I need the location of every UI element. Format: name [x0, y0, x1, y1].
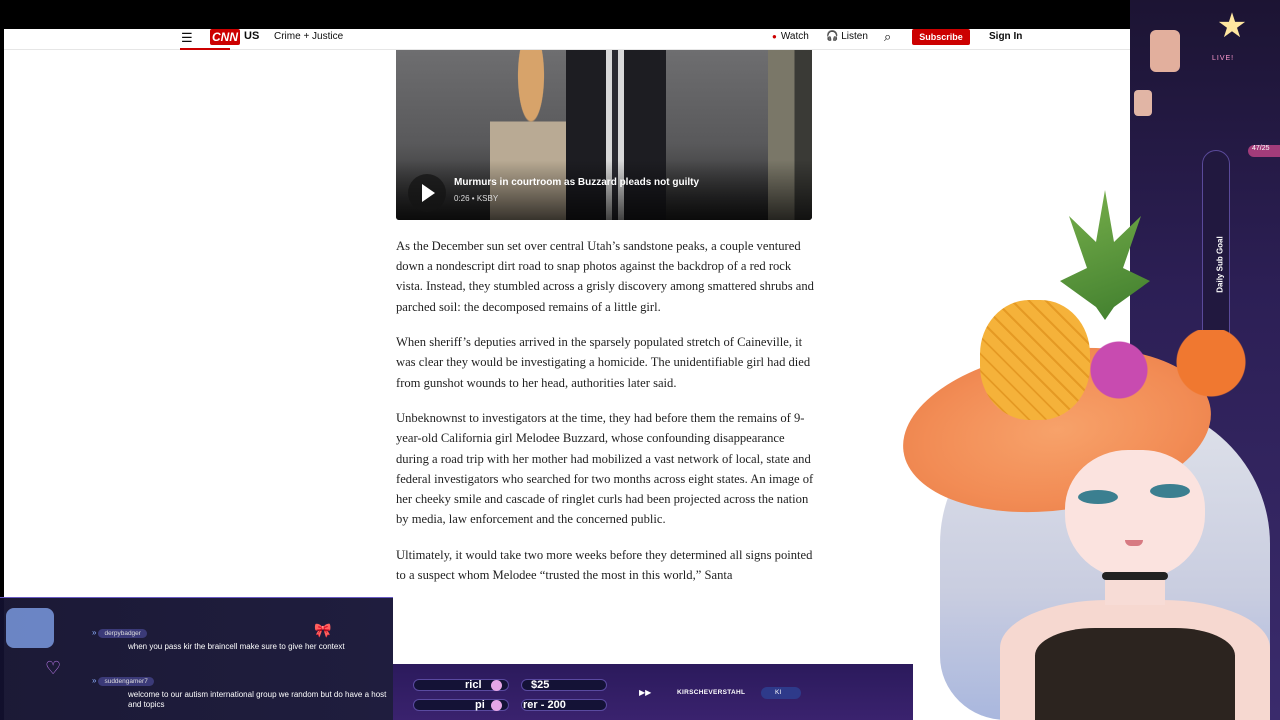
ticker-text: pi [475, 699, 485, 711]
watch-label: Watch [780, 31, 809, 42]
avatar-face [1065, 450, 1205, 580]
chevron-icon: » [92, 628, 97, 637]
chat-message: » suddengamer7 welcome to our autism inte… [92, 670, 392, 710]
avatar-eye [1150, 484, 1190, 498]
cnn-logo[interactable]: CNN [210, 29, 240, 45]
chat-mascot-icon [6, 608, 54, 648]
sign-in-link[interactable]: Sign In [989, 31, 1022, 42]
chat-text: welcome to our autism international grou… [128, 690, 387, 709]
subsection-link-crime-justice[interactable]: Crime + Justice [274, 31, 343, 42]
video-caption-shade [396, 160, 812, 220]
avatar-eye [1078, 490, 1118, 504]
ticker-text: ricl [465, 679, 482, 691]
chat-overlay: ♡ 🎀 » derpybadger when you pass kir the b… [0, 597, 393, 720]
live-dot-icon: ● [772, 32, 777, 41]
vtuber-avatar [892, 190, 1280, 720]
ticker-credit: KIRSCHEVERSTAHL [677, 689, 746, 696]
video-title: Murmurs in courtroom as Buzzard pleads n… [454, 177, 700, 188]
active-section-underline [180, 48, 230, 50]
heart-icon: ♡ [45, 658, 62, 678]
chat-username: derpybadger [98, 629, 147, 638]
lantern-decoration [1134, 30, 1182, 120]
section-link-us[interactable]: US [244, 30, 259, 42]
article-body: As the December sun set over central Uta… [396, 236, 816, 601]
article-paragraph: Unbeknownst to investigators at the time… [396, 411, 814, 527]
heart-gem-icon [491, 680, 502, 691]
play-button[interactable] [408, 174, 446, 212]
play-icon [422, 184, 435, 202]
chat-username: suddengamer7 [98, 677, 154, 686]
article-paragraph: As the December sun set over central Uta… [396, 239, 814, 314]
site-header: ☰ CNN US Crime + Justice ● Watch 🎧 Listen… [4, 29, 1280, 50]
live-badge: LIVE! [1212, 55, 1235, 62]
watch-link[interactable]: ● Watch [772, 31, 809, 42]
avatar-flowers [1050, 330, 1280, 410]
ticker-amount: $25 [531, 679, 550, 691]
article-paragraph: Ultimately, it would take two more weeks… [396, 547, 813, 583]
ticker-text: rer - 200 [523, 699, 566, 711]
sub-goal-count: 47/25 [1248, 145, 1280, 157]
video-player[interactable]: Murmurs in courtroom as Buzzard pleads n… [396, 50, 812, 220]
listen-label: Listen [841, 31, 868, 42]
play-icon: ▶▶ [639, 688, 652, 697]
star-icon: ★ [1216, 7, 1248, 45]
gem-icon [491, 700, 502, 711]
video-meta: 0:26 • KSBY [454, 194, 499, 203]
search-icon[interactable]: ⌕ [884, 29, 891, 45]
subscribe-button[interactable]: Subscribe [912, 29, 970, 45]
chat-message: » derpybadger when you pass kir the brain… [92, 622, 392, 652]
avatar-pineapple-leaves [1060, 190, 1150, 320]
stream-ticker: ricl pi $25 rer - 200 ▶▶ KIRSCHEVERSTAHL… [393, 664, 913, 720]
avatar-choker [1102, 572, 1168, 580]
headphones-icon: 🎧 [826, 31, 839, 42]
chevron-icon: » [92, 676, 97, 685]
hamburger-icon[interactable]: ☰ [181, 30, 193, 46]
ticker-credit: KI [761, 687, 801, 699]
avatar-top [1035, 628, 1235, 720]
chat-text: when you pass kir the braincell make sur… [128, 642, 345, 651]
article-paragraph: When sheriff’s deputies arrived in the s… [396, 335, 811, 390]
listen-link[interactable]: 🎧 Listen [826, 31, 868, 42]
